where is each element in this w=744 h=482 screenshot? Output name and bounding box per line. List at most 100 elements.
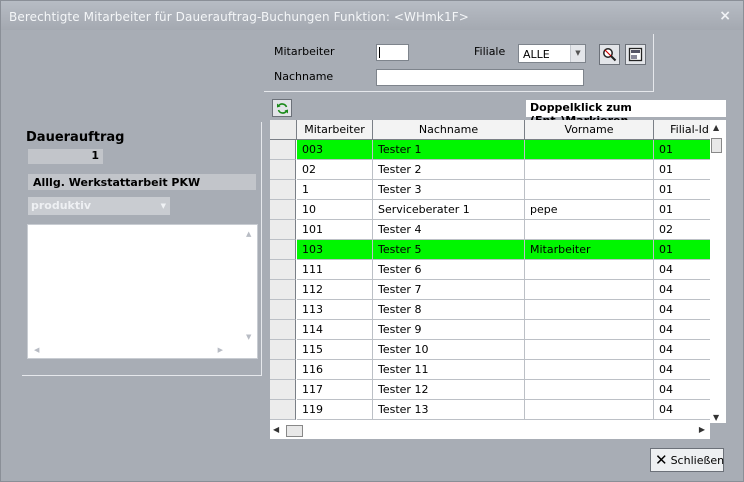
grid-vertical-scrollbar[interactable]: ▲ ▼: [710, 120, 726, 423]
row-indicator[interactable]: [270, 300, 296, 320]
cell-vorname[interactable]: Mitarbeiter: [525, 240, 654, 260]
dauerauftrag-memo[interactable]: ▲ ▼ ◀ ▶: [27, 224, 258, 359]
scroll-down-icon[interactable]: ▼: [713, 413, 719, 422]
cell-mitarbeiter[interactable]: 1: [297, 180, 373, 200]
close-button[interactable]: ✕ Schließen: [650, 448, 724, 472]
cell-nachname[interactable]: Tester 3: [373, 180, 525, 200]
cell-nachname[interactable]: Tester 7: [373, 280, 525, 300]
close-window-icon[interactable]: ×: [719, 8, 731, 24]
scroll-down-icon[interactable]: ▼: [246, 333, 251, 341]
row-indicator[interactable]: [270, 200, 296, 220]
cell-vorname[interactable]: [525, 400, 654, 420]
scroll-thumb[interactable]: [711, 138, 722, 153]
cell-nachname[interactable]: Tester 12: [373, 380, 525, 400]
cell-nachname[interactable]: Tester 6: [373, 260, 525, 280]
cell-mitarbeiter[interactable]: 111: [297, 260, 373, 280]
column-header-mitarbeiter[interactable]: Mitarbeiter: [297, 120, 373, 140]
cell-nachname[interactable]: Tester 2: [373, 160, 525, 180]
cell-vorname[interactable]: [525, 320, 654, 340]
cell-nachname[interactable]: Tester 5: [373, 240, 525, 260]
refresh-button[interactable]: [272, 99, 292, 117]
cell-nachname[interactable]: Tester 11: [373, 360, 525, 380]
cell-nachname[interactable]: Tester 9: [373, 320, 525, 340]
cell-nachname[interactable]: Tester 13: [373, 400, 525, 420]
cell-mitarbeiter[interactable]: 113: [297, 300, 373, 320]
row-indicator[interactable]: [270, 340, 296, 360]
row-indicator[interactable]: [270, 140, 296, 160]
grid-horizontal-scrollbar[interactable]: ◀ ▶: [270, 423, 710, 439]
row-indicator[interactable]: [270, 260, 296, 280]
table-row[interactable]: 103 Tester 5 Mitarbeiter 01: [270, 240, 726, 260]
cell-mitarbeiter[interactable]: 02: [297, 160, 373, 180]
nachname-input[interactable]: [376, 69, 584, 86]
cell-vorname[interactable]: [525, 280, 654, 300]
cell-mitarbeiter[interactable]: 103: [297, 240, 373, 260]
scroll-thumb[interactable]: [286, 425, 303, 437]
cell-mitarbeiter[interactable]: 101: [297, 220, 373, 240]
cell-nachname[interactable]: Tester 10: [373, 340, 525, 360]
nachname-label: Nachname: [274, 70, 334, 83]
cell-nachname[interactable]: Tester 8: [373, 300, 525, 320]
scroll-right-icon[interactable]: ▶: [218, 346, 223, 354]
table-row[interactable]: 111 Tester 6 04: [270, 260, 726, 280]
table-row[interactable]: 02 Tester 2 01: [270, 160, 726, 180]
cell-vorname[interactable]: [525, 300, 654, 320]
cell-mitarbeiter[interactable]: 003: [297, 140, 373, 160]
cell-nachname[interactable]: Tester 4: [373, 220, 525, 240]
row-indicator[interactable]: [270, 240, 296, 260]
cell-mitarbeiter[interactable]: 114: [297, 320, 373, 340]
cell-mitarbeiter[interactable]: 112: [297, 280, 373, 300]
scroll-up-icon[interactable]: ▲: [246, 230, 251, 238]
filiale-select[interactable]: ALLE ▼: [518, 44, 586, 63]
column-header-nachname[interactable]: Nachname: [373, 120, 525, 140]
cell-vorname[interactable]: [525, 180, 654, 200]
scroll-left-icon[interactable]: ◀: [273, 425, 279, 434]
scroll-up-icon[interactable]: ▲: [713, 123, 719, 132]
cell-nachname[interactable]: Serviceberater 1: [373, 200, 525, 220]
table-row[interactable]: 116 Tester 11 04: [270, 360, 726, 380]
row-indicator[interactable]: [270, 360, 296, 380]
row-indicator[interactable]: [270, 380, 296, 400]
memo-vertical-scrollbar[interactable]: ▲ ▼: [243, 225, 257, 345]
table-row[interactable]: 117 Tester 12 04: [270, 380, 726, 400]
chevron-down-icon[interactable]: ▼: [570, 45, 585, 62]
cell-vorname[interactable]: [525, 380, 654, 400]
table-row[interactable]: 113 Tester 8 04: [270, 300, 726, 320]
scroll-left-icon[interactable]: ◀: [34, 346, 39, 354]
row-indicator[interactable]: [270, 180, 296, 200]
cell-vorname[interactable]: [525, 260, 654, 280]
cell-mitarbeiter[interactable]: 10: [297, 200, 373, 220]
row-indicator[interactable]: [270, 280, 296, 300]
row-indicator[interactable]: [270, 220, 296, 240]
row-indicator[interactable]: [270, 160, 296, 180]
memo-horizontal-scrollbar[interactable]: ◀ ▶: [28, 344, 245, 358]
cell-vorname[interactable]: [525, 140, 654, 160]
cell-vorname[interactable]: [525, 360, 654, 380]
cell-vorname[interactable]: [525, 220, 654, 240]
chevron-down-icon: ▼: [160, 202, 166, 210]
table-row[interactable]: 10 Serviceberater 1 pepe 01: [270, 200, 726, 220]
cell-mitarbeiter[interactable]: 115: [297, 340, 373, 360]
employee-grid[interactable]: Mitarbeiter Nachname Vorname Filial-Id 0…: [270, 120, 726, 423]
column-header-vorname[interactable]: Vorname: [525, 120, 654, 140]
table-row[interactable]: 003 Tester 1 01: [270, 140, 726, 160]
row-indicator[interactable]: [270, 320, 296, 340]
cell-mitarbeiter[interactable]: 117: [297, 380, 373, 400]
cell-mitarbeiter[interactable]: 119: [297, 400, 373, 420]
cell-vorname[interactable]: pepe: [525, 200, 654, 220]
cell-mitarbeiter[interactable]: 116: [297, 360, 373, 380]
table-row[interactable]: 119 Tester 13 04: [270, 400, 726, 420]
scroll-right-icon[interactable]: ▶: [699, 425, 705, 434]
cell-vorname[interactable]: [525, 340, 654, 360]
table-row[interactable]: 1 Tester 3 01: [270, 180, 726, 200]
table-row[interactable]: 115 Tester 10 04: [270, 340, 726, 360]
mitarbeiter-input[interactable]: [376, 44, 409, 61]
table-row[interactable]: 114 Tester 9 04: [270, 320, 726, 340]
clear-filter-button[interactable]: [625, 44, 646, 65]
table-row[interactable]: 112 Tester 7 04: [270, 280, 726, 300]
row-indicator[interactable]: [270, 400, 296, 420]
cell-vorname[interactable]: [525, 160, 654, 180]
table-row[interactable]: 101 Tester 4 02: [270, 220, 726, 240]
cell-nachname[interactable]: Tester 1: [373, 140, 525, 160]
search-button[interactable]: [599, 44, 620, 65]
